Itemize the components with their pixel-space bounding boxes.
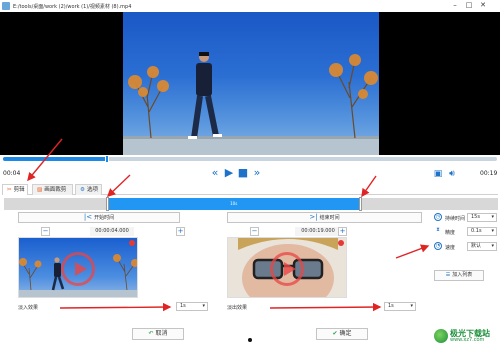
fade-out-select[interactable]: 1s ▾ — [384, 302, 416, 311]
bracket-left-icon: |< — [83, 213, 93, 221]
set-end-time-button[interactable]: >| 结束时间 — [227, 212, 422, 223]
maximize-button[interactable]: □ — [463, 1, 475, 10]
volume-icon[interactable]: 🔊︎ — [446, 169, 458, 179]
undo-icon: ↶ — [148, 330, 154, 337]
tab-crop[interactable]: ▨ 画面裁剪 — [32, 184, 73, 195]
progress-bar[interactable] — [3, 155, 497, 163]
check-icon: ✔ — [332, 330, 338, 337]
crop-icon: ▨ — [37, 187, 43, 193]
play-icon[interactable]: ▶ — [222, 166, 236, 180]
preview-play-icon[interactable] — [270, 252, 304, 286]
rewind-icon[interactable]: « — [208, 166, 222, 180]
speed-icon: ◔ — [434, 242, 442, 250]
video-player[interactable] — [0, 12, 500, 155]
title-bar: E:/tools/桌面/work (2)/work (1)/视频素材 (8).m… — [0, 0, 500, 12]
confirm-label: 确定 — [339, 330, 352, 337]
fade-in-label: 淡入效果 — [18, 305, 39, 311]
end-time-decrement[interactable]: − — [250, 227, 259, 236]
tab-trim[interactable]: ✂ 剪辑 — [2, 184, 28, 195]
start-time-field[interactable]: 00:00:04.000 — [90, 227, 134, 236]
chevron-down-icon: ▾ — [491, 228, 494, 234]
duration-value: 15s — [471, 214, 480, 220]
watermark-url: www.xz7.com — [450, 337, 485, 343]
clip-duration-label: 10s — [230, 201, 238, 206]
start-marker-icon — [129, 240, 135, 246]
fade-in-select[interactable]: 1s ▾ — [176, 302, 208, 311]
fast-forward-icon[interactable]: » — [250, 166, 264, 180]
screenshot-icon[interactable]: ▣ — [432, 169, 444, 179]
trim-start-handle[interactable] — [105, 197, 109, 211]
end-marker-icon — [338, 240, 344, 246]
current-time: 00:04 — [3, 170, 21, 177]
start-frame-thumbnail — [18, 237, 138, 298]
tab-trim-label: 剪辑 — [13, 187, 25, 193]
cancel-button[interactable]: ↶ 取消 — [132, 328, 184, 340]
editor-tabs: ✂ 剪辑 ▨ 画面裁剪 ⚙ 选项 — [2, 183, 498, 195]
tab-crop-label: 画面裁剪 — [44, 187, 67, 193]
duration-select[interactable]: 15s ▾ — [467, 213, 497, 222]
start-time-increment[interactable]: + — [176, 227, 185, 236]
add-to-list-label: 加入列表 — [452, 272, 473, 278]
trim-end-handle[interactable] — [358, 197, 362, 211]
precision-icon: ⧗ — [436, 227, 440, 233]
video-scene — [123, 52, 379, 155]
chevron-down-icon: ▾ — [202, 303, 205, 309]
progress-handle[interactable] — [104, 155, 109, 163]
cancel-label: 取消 — [155, 330, 168, 337]
watermark: 极光下载站 www.xz7.com — [434, 328, 496, 344]
preview-play-icon[interactable] — [61, 252, 95, 286]
stop-icon[interactable]: ■ — [236, 166, 250, 180]
tab-options-label: 选项 — [86, 187, 98, 193]
set-end-time-label: 结束时间 — [319, 215, 340, 221]
end-time-increment[interactable]: + — [338, 227, 347, 236]
list-add-icon: ☰ — [445, 272, 451, 278]
start-time-decrement[interactable]: − — [41, 227, 50, 236]
bracket-right-icon: >| — [309, 213, 318, 221]
fade-out-value: 1s — [388, 303, 394, 309]
minimize-button[interactable]: – — [449, 1, 461, 10]
annotation-arrow-fade-out — [269, 302, 382, 312]
annotation-arrow-fade-in — [59, 302, 172, 312]
add-to-list-button[interactable]: ☰ 加入列表 — [434, 270, 484, 281]
close-button[interactable]: ✕ — [477, 1, 489, 10]
options-icon: ⚙ — [80, 187, 85, 193]
chevron-down-icon: ▾ — [410, 303, 413, 309]
annotation-arrow-speed — [395, 244, 430, 259]
end-frame-thumbnail — [227, 237, 347, 298]
speed-select[interactable]: 默认 ▾ — [467, 242, 497, 251]
confirm-button[interactable]: ✔ 确定 — [316, 328, 368, 340]
fade-in-value: 1s — [180, 303, 186, 309]
trim-timeline[interactable]: 10s — [4, 197, 498, 211]
tab-options[interactable]: ⚙ 选项 — [75, 184, 102, 195]
speed-label: 速度 — [445, 245, 456, 251]
chevron-down-icon: ▾ — [491, 214, 494, 220]
duration-icon: ◷ — [434, 213, 442, 221]
chevron-down-icon: ▾ — [491, 243, 494, 249]
fade-out-label: 淡出效果 — [227, 305, 248, 311]
set-start-time-label: 开始时间 — [94, 215, 115, 221]
scissors-icon: ✂ — [7, 187, 12, 193]
video-frame — [123, 12, 379, 155]
precision-value: 0.1s — [471, 228, 482, 234]
watermark-logo-icon — [434, 329, 448, 343]
duration-label: 持续时间 — [445, 216, 466, 222]
end-time-field[interactable]: 00:00:19.000 — [295, 227, 341, 236]
precision-select[interactable]: 0.1s ▾ — [467, 227, 497, 236]
set-start-time-button[interactable]: |< 开始时间 — [18, 212, 180, 223]
window-title: E:/tools/桌面/work (2)/work (1)/视频素材 (8).m… — [13, 4, 132, 10]
selected-clip[interactable]: 10s — [107, 198, 360, 210]
total-time: 00:19 — [480, 170, 498, 177]
speed-value: 默认 — [471, 243, 482, 249]
cursor-dot — [248, 338, 252, 342]
progress-fill — [3, 157, 107, 161]
precision-label: 精度 — [445, 230, 456, 236]
app-icon — [2, 2, 10, 10]
